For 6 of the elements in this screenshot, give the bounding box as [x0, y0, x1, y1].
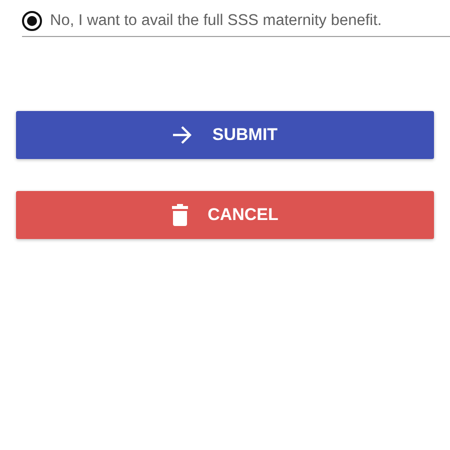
- option-label: No, I want to avail the full SSS maternity benefit.: [50, 12, 382, 30]
- radio-button[interactable]: [22, 11, 42, 31]
- submit-button[interactable]: SUBMIT: [16, 111, 434, 159]
- cancel-button[interactable]: CANCEL: [16, 191, 434, 239]
- arrow-icon: [172, 126, 192, 144]
- trash-icon: [172, 204, 188, 226]
